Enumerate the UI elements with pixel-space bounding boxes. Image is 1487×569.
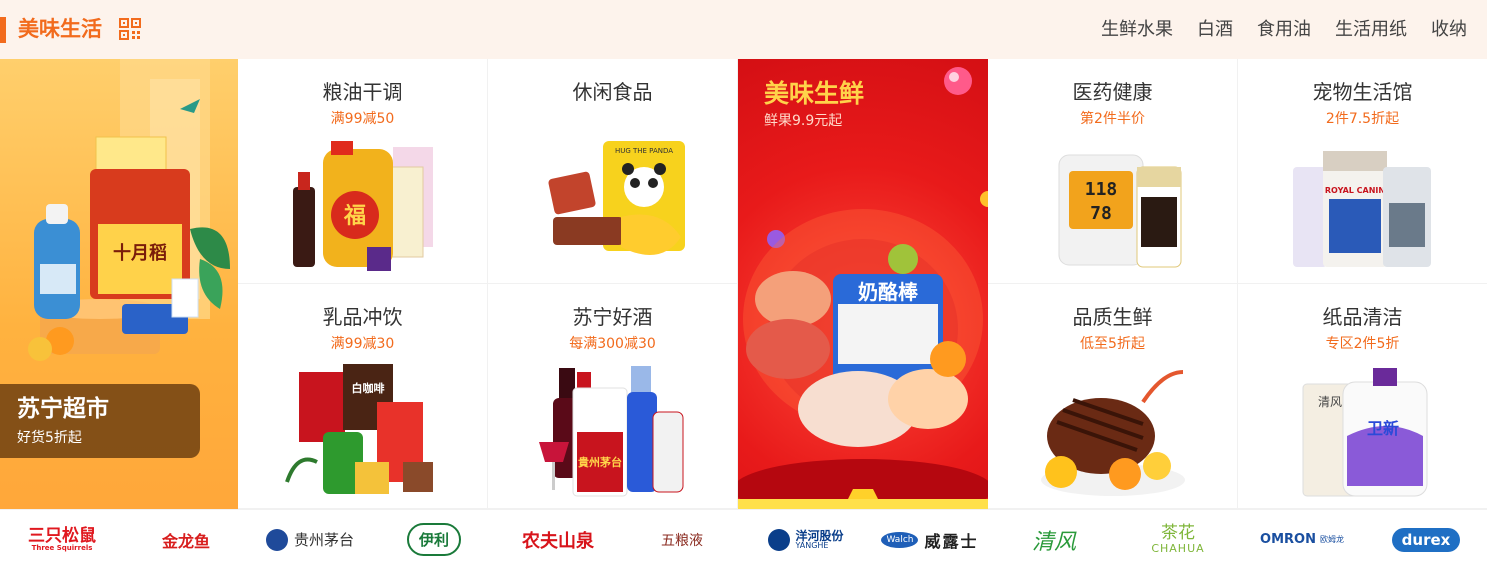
category-offer: 专区2件5折 (1325, 336, 1400, 352)
pet-food-image: ROYAL CANIN (1293, 151, 1431, 267)
brand-logo-omron[interactable]: OMRON 欧姆龙 (1242, 510, 1362, 569)
nav-link-fresh-fruit[interactable]: 生鲜水果 (1101, 0, 1173, 59)
brand-sub: Three Squirrels (31, 543, 93, 552)
brand-name: OMRON (1260, 532, 1316, 547)
dairy-drinks-image: 白咖啡 (285, 364, 433, 494)
brand-logo-qingfeng[interactable]: 清风 (994, 510, 1114, 569)
package-label: 奶酪棒 (858, 280, 919, 304)
brand-name: 三只松鼠 (28, 525, 96, 546)
brand-logo-nongfu-spring[interactable]: 农夫山泉 (498, 510, 618, 569)
brand-name: 洋河股份 (795, 528, 844, 543)
brand-sub: CHAHUA (1151, 541, 1205, 555)
category-name: 品质生鲜 (1072, 305, 1153, 329)
brand-name: 农夫山泉 (522, 530, 594, 552)
brand-name: durex (1391, 527, 1461, 552)
category-name: 乳品冲饮 (322, 305, 403, 329)
rice-bag-label: 十月稻 (113, 242, 167, 264)
nav-link-tissue[interactable]: 生活用纸 (1335, 0, 1407, 59)
brand-logo-strip: 三只松鼠 Three Squirrels 金龙鱼 贵州茅台 伊利 农夫山泉 五粮… (0, 509, 1487, 568)
brand-logo-walch[interactable]: Walch 威露士 (870, 510, 990, 569)
brand-logo-chahua[interactable]: 茶花 CHAHUA (1118, 510, 1238, 569)
brand-logo-yili[interactable]: 伊利 (374, 510, 494, 569)
category-offer: 满99减30 (330, 336, 395, 352)
brand-sub: 欧姆龙 (1319, 535, 1344, 544)
category-card-snacks[interactable]: 休闲食品 HUG THE PANDA (488, 59, 738, 284)
pet-brand-label: ROYAL CANIN (1325, 186, 1385, 195)
category-name: 粮油干调 (322, 80, 403, 104)
category-card-grain-oil[interactable]: 粮油干调 满99减50 福 (238, 59, 488, 284)
brand-name: 五粮液 (661, 532, 703, 549)
detergent-tissue-image: 清风 卫新 (1302, 368, 1428, 497)
category-card-quality-fresh[interactable]: 品质生鲜 低至5折起 (988, 284, 1238, 509)
promo-title: 苏宁超市 (17, 396, 109, 422)
brand-name: 茶花 (1160, 522, 1195, 543)
grocery-collage-image: 十月稻 (28, 59, 230, 361)
brand-name: 伊利 (406, 523, 461, 556)
category-card-pets[interactable]: 宠物生活馆 2件7.5折起 ROYAL CANIN (1238, 59, 1487, 284)
brand-name: 清风 (1031, 529, 1076, 555)
brand-logo-durex[interactable]: durex (1366, 510, 1486, 569)
brand-name: 金龙鱼 (161, 531, 210, 551)
category-name: 休闲食品 (572, 80, 653, 104)
promo-card: 苏宁超市 好货5折起 (0, 384, 200, 458)
steak-image (1041, 370, 1185, 496)
brand-name: 贵州茅台 (293, 531, 354, 549)
category-offer: 2件7.5折起 (1325, 111, 1400, 127)
liquor-bottles-image: 貴州茅台 (539, 366, 684, 497)
brand-logo-yanghe[interactable]: 洋河股份 YANGHE (746, 510, 866, 569)
nav-link-baijiu[interactable]: 白酒 (1197, 0, 1233, 59)
brand-name: 威露士 (924, 531, 979, 551)
fresh-subtitle: 鲜果9.9元起 (764, 113, 843, 129)
brand-sub: Walch (881, 531, 919, 548)
promo-subtitle: 好货5折起 (17, 430, 82, 446)
tissue-label: 清风 (1318, 395, 1342, 409)
category-offer: 低至5折起 (1080, 336, 1145, 352)
moutai-emblem-icon (265, 528, 288, 551)
section-header: 美味生活 生鲜水果 白酒 食用油 生活用纸 收纳 (0, 0, 1487, 59)
cooking-oil-image: 福 (293, 141, 433, 271)
category-offer: 满99减50 (330, 111, 395, 127)
blood-pressure-monitor-image: 118 78 (1058, 154, 1182, 268)
bp-reading-systolic: 118 (1085, 179, 1118, 200)
category-name: 纸品清洁 (1322, 305, 1403, 329)
brand-sub: YANGHE (795, 540, 829, 550)
promo-banner-fresh[interactable]: 奶酪棒 美味生鲜 鲜果9.9元起 (738, 59, 988, 509)
brand-logo-moutai[interactable]: 贵州茅台 (250, 510, 370, 569)
category-card-health[interactable]: 医药健康 第2件半价 118 78 (988, 59, 1238, 284)
coffee-brand-label: 白咖啡 (352, 381, 385, 395)
nav-link-storage[interactable]: 收纳 (1431, 0, 1467, 59)
brand-logo-three-squirrels[interactable]: 三只松鼠 Three Squirrels (2, 510, 122, 569)
qr-code-icon[interactable] (119, 18, 141, 40)
header-accent-bar (0, 17, 6, 43)
category-card-paper-cleaning[interactable]: 纸品清洁 专区2件5折 清风 卫新 (1238, 284, 1487, 509)
category-name: 苏宁好酒 (572, 305, 653, 329)
category-grid: 十月稻 苏宁超市 好货5折起 粮油干调 满99减50 福 休闲食品 HUG TH… (0, 59, 1487, 509)
category-name: 医药健康 (1072, 80, 1153, 104)
nav-link-cooking-oil[interactable]: 食用油 (1257, 0, 1311, 59)
detergent-label: 卫新 (1367, 419, 1399, 438)
header-nav: 生鲜水果 白酒 食用油 生活用纸 收纳 (1101, 0, 1467, 59)
category-name: 宠物生活馆 (1312, 80, 1413, 104)
promo-banner-supermarket[interactable]: 十月稻 苏宁超市 好货5折起 (0, 59, 238, 509)
snack-pack-image: HUG THE PANDA (548, 141, 685, 255)
oil-brand-label: 福 (343, 204, 366, 229)
category-card-dairy[interactable]: 乳品冲饮 满99减30 白咖啡 (238, 284, 488, 509)
fresh-title: 美味生鲜 (764, 79, 865, 108)
panda-bag-label: HUG THE PANDA (615, 147, 673, 155)
brand-logo-wuliangye[interactable]: 五粮液 (622, 510, 742, 569)
category-offer: 每满300减30 (569, 336, 656, 352)
yanghe-emblem-icon (768, 528, 791, 551)
moutai-label: 貴州茅台 (578, 455, 622, 469)
section-title: 美味生活 (18, 17, 102, 41)
brand-logo-jinlongyu[interactable]: 金龙鱼 (126, 510, 246, 569)
category-card-liquor[interactable]: 苏宁好酒 每满300减30 貴州茅台 (488, 284, 738, 509)
bp-reading-diastolic: 78 (1090, 203, 1112, 224)
category-offer: 第2件半价 (1080, 111, 1145, 127)
